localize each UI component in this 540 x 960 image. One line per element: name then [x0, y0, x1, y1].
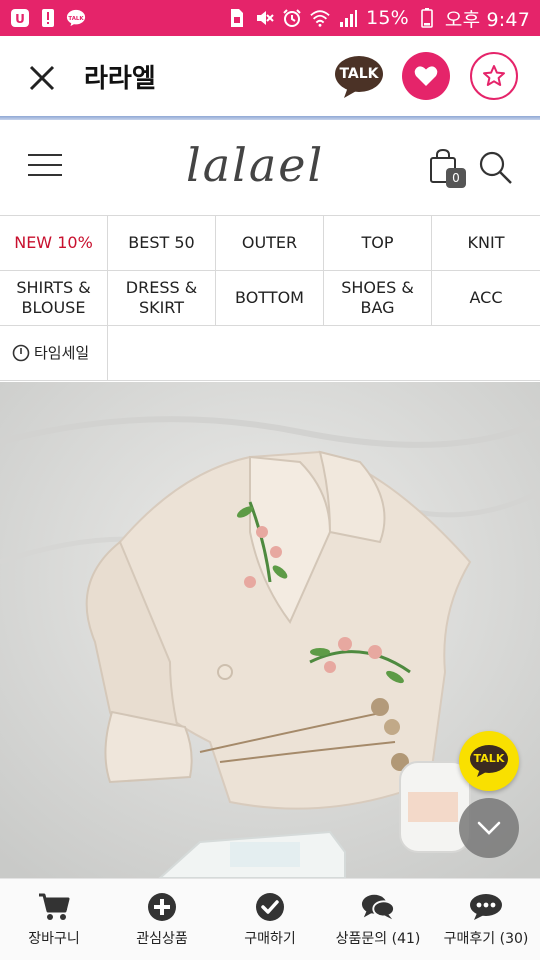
hamburger-icon — [28, 154, 62, 156]
heart-icon — [414, 66, 438, 86]
cart-button[interactable]: 0 — [428, 148, 468, 188]
category-time-sale[interactable]: 타임세일 — [0, 326, 108, 380]
review-tab[interactable]: 구매후기 (30) — [432, 879, 540, 960]
site-header: lalael 0 — [0, 120, 540, 216]
cart-icon — [37, 892, 71, 922]
product-image[interactable] — [0, 382, 540, 878]
mute-icon — [254, 8, 274, 28]
clock-icon — [12, 344, 30, 362]
category-dress-skirt[interactable]: DRESS & SKIRT — [108, 271, 216, 325]
status-time: 오후 9:47 — [444, 8, 530, 31]
alarm-icon — [282, 8, 302, 28]
kakao-talk-fab[interactable]: TALK — [459, 731, 519, 791]
close-icon — [29, 65, 55, 91]
category-best[interactable]: BEST 50 — [108, 216, 216, 270]
status-left-icons: U TALK — [10, 8, 86, 28]
alert-icon — [38, 8, 58, 28]
category-shirts-blouse[interactable]: SHIRTS & BLOUSE — [0, 271, 108, 325]
category-outer[interactable]: OUTER — [216, 216, 324, 270]
category-new[interactable]: NEW 10% — [0, 216, 108, 270]
category-row-1: NEW 10% BEST 50 OUTER TOP KNIT — [0, 216, 540, 271]
u-plus-icon: U — [10, 8, 30, 28]
scroll-down-button[interactable] — [459, 798, 519, 858]
review-tab-label: 구매후기 (30) — [443, 930, 529, 947]
category-bottom[interactable]: BOTTOM — [216, 271, 324, 325]
battery-percent: 15% — [366, 7, 409, 29]
comment-dots-icon — [469, 892, 503, 922]
category-row-3: 타임세일 — [0, 326, 540, 381]
usim-icon — [226, 8, 246, 28]
category-acc[interactable]: ACC — [432, 271, 540, 325]
hamburger-line — [28, 164, 62, 166]
buy-tab-label: 구매하기 — [244, 930, 296, 947]
app-header: 라라엘 TALK — [0, 36, 540, 118]
search-icon — [479, 151, 512, 184]
qna-tab[interactable]: 상품문의 (41) — [324, 879, 432, 960]
category-shoes-bag[interactable]: SHOES & BAG — [324, 271, 432, 325]
plus-circle-icon — [145, 892, 179, 922]
time-sale-label: 타임세일 — [34, 343, 90, 362]
battery-icon — [417, 8, 437, 28]
wishlist-tab-label: 관심상품 — [136, 930, 188, 947]
like-button[interactable] — [402, 52, 450, 100]
svg-text:TALK: TALK — [68, 16, 84, 22]
cart-count-badge: 0 — [446, 168, 466, 188]
talk-icon: TALK — [66, 8, 86, 28]
svg-text:U: U — [15, 12, 25, 26]
status-right-icons: 15% 오후 9:47 — [226, 5, 530, 32]
close-button[interactable] — [22, 58, 62, 98]
bottom-action-bar: 장바구니 관심상품 구매하기 상품문의 (41) 구매후기 (30) — [0, 878, 540, 960]
category-empty-cell — [108, 326, 540, 380]
comments-icon — [361, 892, 395, 922]
check-circle-icon — [253, 892, 287, 922]
cart-tab[interactable]: 장바구니 — [0, 879, 108, 960]
menu-button[interactable] — [28, 154, 62, 180]
status-bar: U TALK 15% 오후 9:47 — [0, 0, 540, 36]
category-grid: NEW 10% BEST 50 OUTER TOP KNIT SHIRTS & … — [0, 215, 540, 381]
category-row-2: SHIRTS & BLOUSE DRESS & SKIRT BOTTOM SHO… — [0, 271, 540, 326]
kakao-talk-label: TALK — [339, 66, 379, 82]
kakao-talk-fab-label: TALK — [473, 752, 505, 765]
category-knit[interactable]: KNIT — [432, 216, 540, 270]
star-icon — [483, 65, 505, 86]
wifi-icon — [310, 8, 330, 28]
wishlist-tab[interactable]: 관심상품 — [108, 879, 216, 960]
chevron-down-icon — [477, 821, 501, 835]
signal-icon — [338, 8, 358, 28]
category-top[interactable]: TOP — [324, 216, 432, 270]
product-photo — [0, 382, 540, 878]
cart-tab-label: 장바구니 — [28, 930, 80, 947]
buy-tab[interactable]: 구매하기 — [216, 879, 324, 960]
hamburger-line — [28, 174, 62, 176]
site-logo[interactable]: lalael — [186, 138, 324, 192]
search-button[interactable] — [478, 150, 514, 186]
kakao-talk-button[interactable]: TALK — [334, 54, 384, 100]
app-title: 라라엘 — [84, 64, 156, 94]
qna-tab-label: 상품문의 (41) — [335, 930, 421, 947]
bookmark-button[interactable] — [470, 52, 518, 100]
